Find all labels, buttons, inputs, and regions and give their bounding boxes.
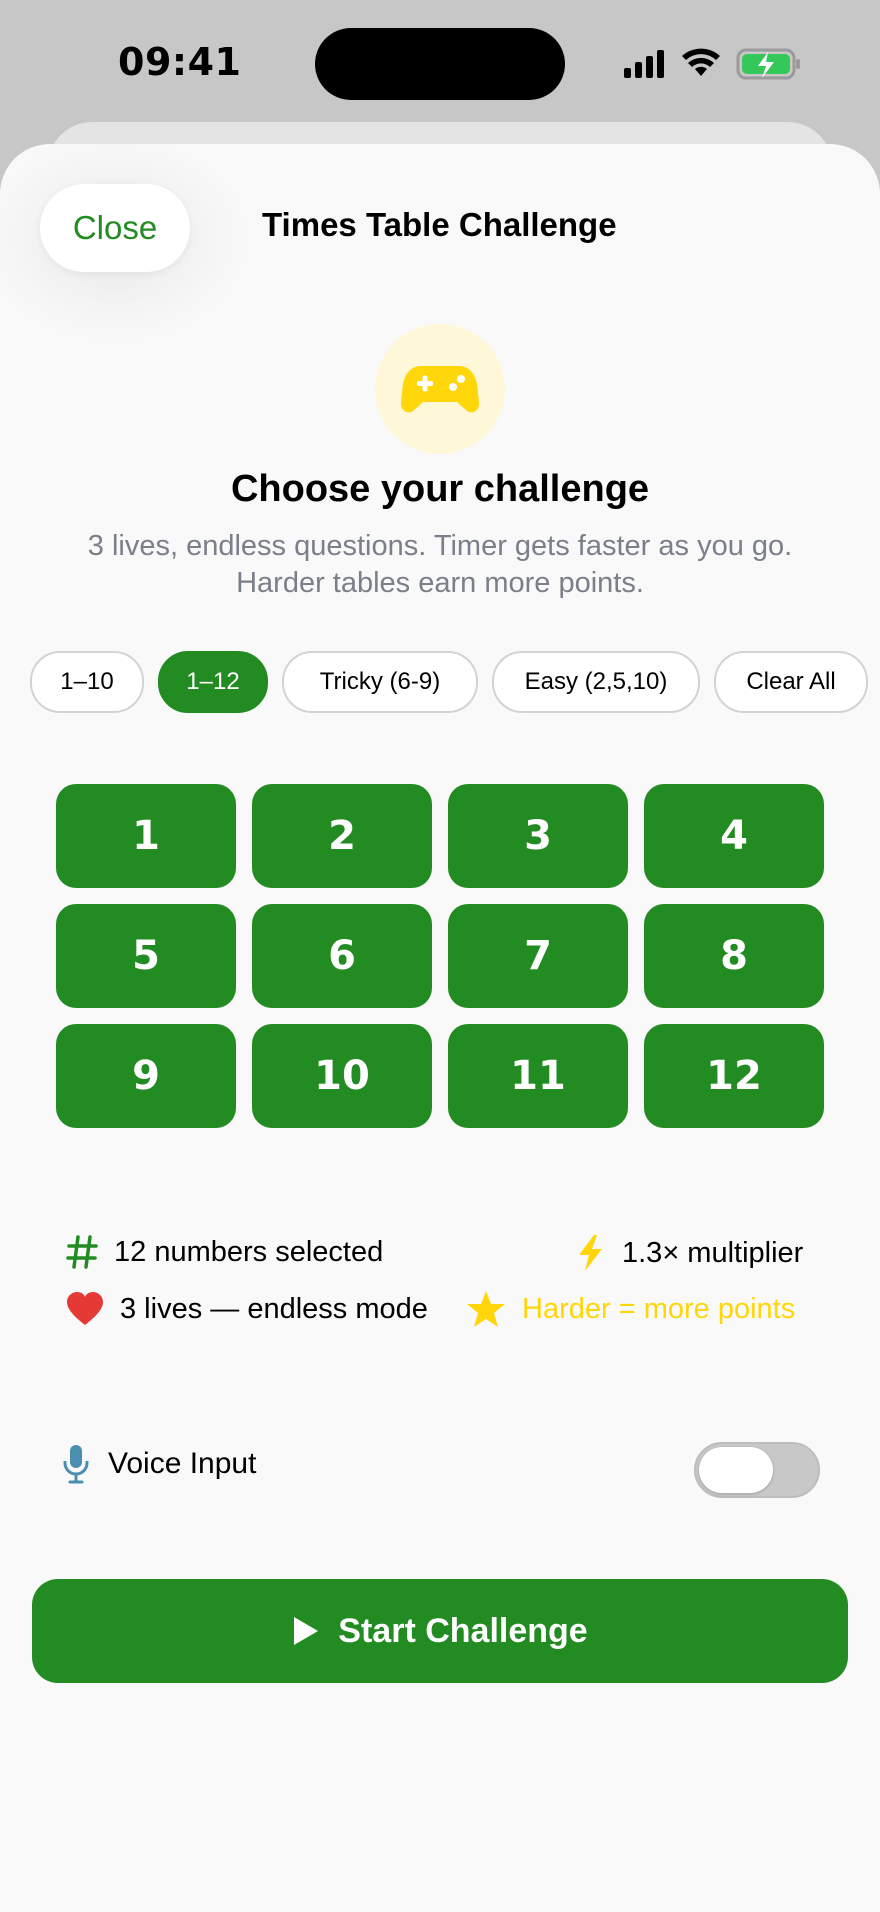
headline: Choose your challenge <box>230 468 650 510</box>
multiplier-text: 1.3× multiplier <box>622 1236 804 1269</box>
voice-input-toggle[interactable] <box>694 1442 820 1498</box>
close-button[interactable]: Close <box>40 184 190 272</box>
number-button-2[interactable]: 2 <box>252 784 432 888</box>
number-button-12[interactable]: 12 <box>644 1024 824 1128</box>
points-hint-text: Harder = more points <box>522 1292 796 1325</box>
subtitle: 3 lives, endless questions. Timer gets f… <box>40 528 840 602</box>
status-bar: 09:41 <box>0 0 880 120</box>
chip-easy[interactable]: Easy (2,5,10) <box>492 651 700 713</box>
voice-input-label: Voice Input <box>108 1447 257 1480</box>
play-icon <box>294 1617 319 1645</box>
hash-icon <box>66 1235 98 1269</box>
number-button-7[interactable]: 7 <box>448 904 628 1008</box>
status-time: 09:41 <box>118 40 242 84</box>
start-challenge-label: Start Challenge <box>338 1611 588 1650</box>
dynamic-island <box>315 28 565 100</box>
chip-1-10[interactable]: 1–10 <box>30 651 144 713</box>
wifi-icon <box>682 48 720 76</box>
number-grid: 1 2 3 4 5 6 7 8 9 10 11 12 <box>56 784 824 1128</box>
microphone-icon <box>63 1445 89 1484</box>
chip-tricky[interactable]: Tricky (6-9) <box>282 651 478 713</box>
page-title: Times Table Challenge <box>262 206 617 243</box>
number-button-11[interactable]: 11 <box>448 1024 628 1128</box>
toggle-knob <box>699 1447 773 1493</box>
cellular-signal-icon <box>624 50 664 78</box>
challenge-sheet: Close Times Table Challenge Choose your … <box>0 144 880 1912</box>
start-challenge-button[interactable]: Start Challenge <box>32 1579 848 1683</box>
star-icon <box>467 1291 505 1327</box>
number-button-10[interactable]: 10 <box>252 1024 432 1128</box>
battery-charging-icon <box>736 48 800 80</box>
chip-1-12[interactable]: 1–12 <box>158 651 268 713</box>
selected-count-stat: 12 numbers selected <box>66 1234 383 1270</box>
subtitle-line-1: 3 lives, endless questions. Timer gets f… <box>87 530 793 562</box>
number-button-5[interactable]: 5 <box>56 904 236 1008</box>
number-button-9[interactable]: 9 <box>56 1024 236 1128</box>
number-button-4[interactable]: 4 <box>644 784 824 888</box>
number-button-8[interactable]: 8 <box>644 904 824 1008</box>
status-icons <box>622 46 802 82</box>
number-button-3[interactable]: 3 <box>448 784 628 888</box>
lives-text: 3 lives — endless mode <box>120 1292 428 1325</box>
gamepad-icon <box>401 366 479 413</box>
chip-clear-all[interactable]: Clear All <box>714 651 868 713</box>
multiplier-stat: 1.3× multiplier <box>574 1234 803 1272</box>
heart-icon <box>67 1292 103 1325</box>
voice-input-row: Voice Input <box>62 1444 256 1484</box>
preset-chips: 1–10 1–12 Tricky (6-9) Easy (2,5,10) Cle… <box>30 651 868 713</box>
points-hint-stat: Harder = more points <box>466 1290 795 1328</box>
selected-count-text: 12 numbers selected <box>114 1235 384 1268</box>
number-button-1[interactable]: 1 <box>56 784 236 888</box>
subtitle-line-2: Harder tables earn more points. <box>236 567 644 599</box>
lives-stat: 3 lives — endless mode <box>66 1292 428 1326</box>
number-button-6[interactable]: 6 <box>252 904 432 1008</box>
lightning-icon <box>579 1235 602 1271</box>
hero-icon-circle <box>375 324 505 454</box>
